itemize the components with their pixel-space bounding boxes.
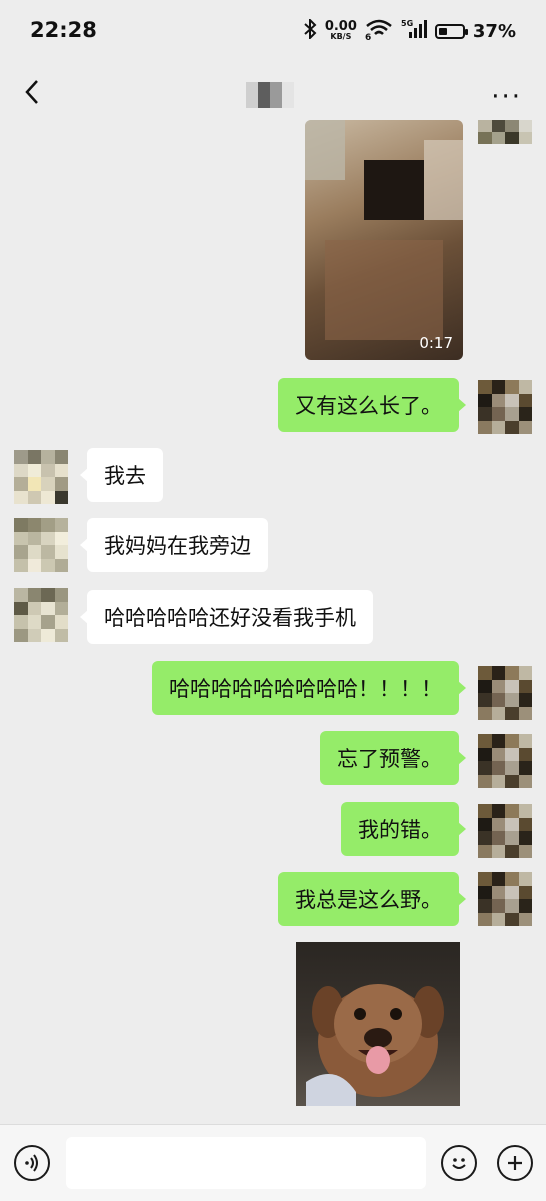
- more-button[interactable]: ···: [491, 82, 522, 112]
- voice-icon: [25, 1154, 38, 1172]
- more-dots-icon: ···: [491, 82, 522, 112]
- message-bubble-out[interactable]: 我总是这么野。: [278, 872, 466, 926]
- avatar-self[interactable]: [478, 380, 532, 434]
- back-button[interactable]: [14, 74, 50, 110]
- message-bubble-in[interactable]: 哈哈哈哈哈还好没看我手机: [80, 590, 373, 644]
- contact-name-blurred: [246, 82, 294, 108]
- message-input[interactable]: [66, 1137, 426, 1189]
- signal-icon: 5G: [401, 18, 427, 45]
- video-duration: 0:17: [419, 334, 453, 352]
- battery-icon: [434, 24, 468, 39]
- message-bubble-out[interactable]: 又有这么长了。: [278, 378, 466, 432]
- message-bubble-in[interactable]: 我妈妈在我旁边: [80, 518, 268, 572]
- battery-percent: 37%: [472, 21, 516, 42]
- net-speed: 0.00 KB/S: [324, 18, 357, 41]
- emoji-button[interactable]: [441, 1145, 477, 1181]
- status-right: 0.00 KB/S 6 5G 37%: [303, 17, 516, 45]
- message-bubble-in[interactable]: 我去: [80, 448, 163, 502]
- avatar-self[interactable]: [478, 666, 532, 720]
- status-time: 22:28: [30, 18, 97, 42]
- message-bubble-out[interactable]: 哈哈哈哈哈哈哈哈哈！！！！: [152, 661, 466, 715]
- avatar-self[interactable]: [478, 872, 532, 926]
- plus-button[interactable]: [497, 1145, 533, 1181]
- avatar-contact[interactable]: [14, 588, 68, 642]
- chevron-left-icon: [25, 80, 38, 104]
- chat-header: ···: [0, 62, 546, 126]
- plus-icon: [508, 1156, 522, 1170]
- avatar-contact[interactable]: [14, 518, 68, 572]
- status-bar: 22:28 0.00 KB/S 6 5G 37%: [0, 0, 546, 62]
- input-bar: [0, 1124, 546, 1201]
- message-bubble-out[interactable]: 我的错。: [341, 802, 466, 856]
- avatar-self[interactable]: [478, 120, 532, 144]
- bluetooth-icon: [303, 17, 317, 44]
- svg-text:5G: 5G: [401, 19, 413, 28]
- emoji-icon: [452, 1158, 466, 1169]
- svg-text:6: 6: [365, 33, 371, 40]
- avatar-self[interactable]: [478, 804, 532, 858]
- wifi-icon: 6: [365, 18, 393, 45]
- video-message[interactable]: 0:17: [305, 120, 463, 360]
- avatar-contact[interactable]: [14, 450, 68, 504]
- dog-sticker-image[interactable]: [296, 942, 460, 1106]
- message-bubble-out[interactable]: 忘了预警。: [320, 731, 466, 785]
- voice-button[interactable]: [14, 1145, 50, 1181]
- avatar-self[interactable]: [478, 734, 532, 788]
